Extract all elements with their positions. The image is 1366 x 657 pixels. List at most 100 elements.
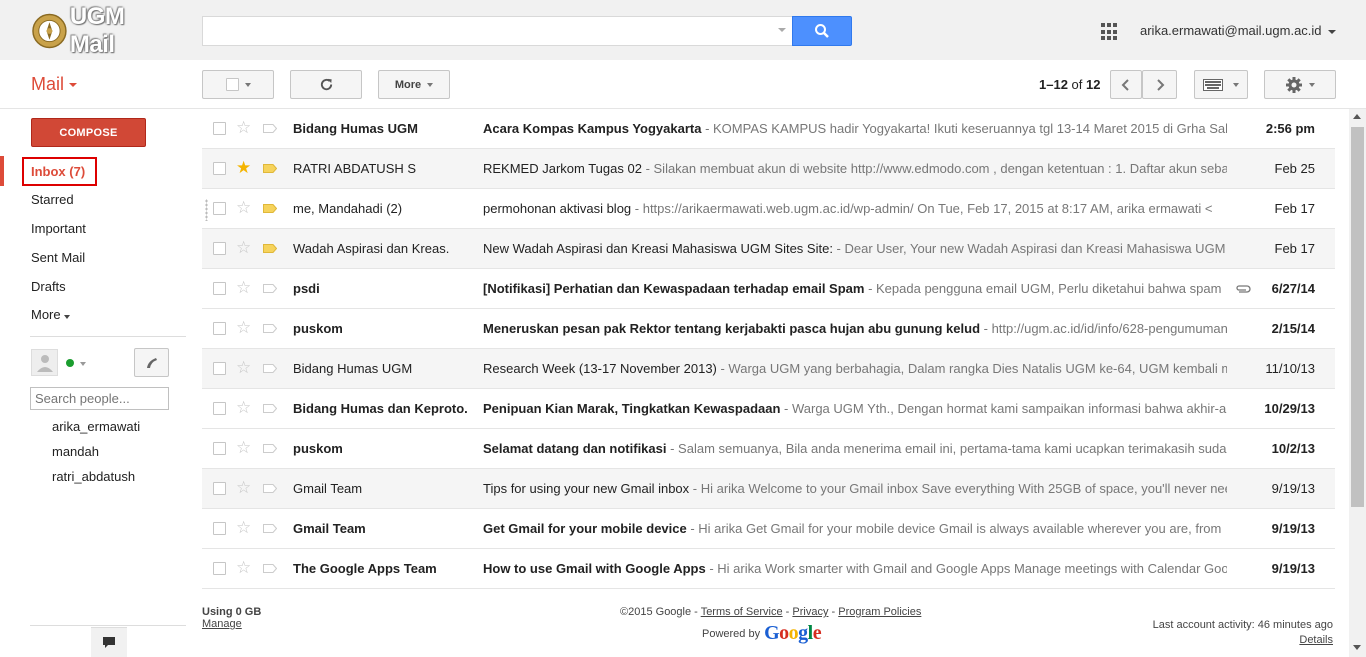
email-date: 6/27/14 [1271,281,1315,296]
row-checkbox[interactable] [213,122,226,135]
search-options-icon[interactable] [778,28,786,32]
row-checkbox[interactable] [213,522,226,535]
contact-item[interactable]: mandah [52,444,99,459]
email-row[interactable]: ☆ Gmail Team Tips for using your new Gma… [202,469,1335,509]
sidebar-item-drafts[interactable]: Drafts [31,279,66,294]
sidebar-item-sent-mail[interactable]: Sent Mail [31,250,85,265]
avatar[interactable] [31,349,58,376]
separator-text: - [782,606,793,618]
email-row[interactable]: ☆ Gmail Team Get Gmail for your mobile d… [202,509,1335,549]
older-button[interactable] [1142,70,1177,99]
contact-item[interactable]: arika_ermawati [52,419,140,434]
row-checkbox[interactable] [213,562,226,575]
star-icon[interactable]: ☆ [236,519,251,536]
email-snippet: - Kepada pengguna email UGM, Perlu diket… [864,281,1222,296]
hangouts-button[interactable] [91,627,127,657]
email-sender: Bidang Humas UGM [293,121,418,136]
email-row[interactable]: ☆ The Google Apps Team How to use Gmail … [202,549,1335,589]
email-list: ☆ Bidang Humas UGM Acara Kompas Kampus Y… [202,109,1335,589]
star-icon[interactable]: ☆ [236,279,251,296]
importance-marker-icon[interactable] [263,404,277,413]
drag-handle[interactable] [205,199,208,221]
star-icon[interactable]: ☆ [236,239,251,256]
settings-button[interactable] [1264,70,1336,99]
email-subject: Tips for using your new Gmail inbox [483,481,690,496]
row-checkbox[interactable] [213,162,226,175]
row-checkbox[interactable] [213,282,226,295]
row-checkbox[interactable] [213,242,226,255]
ugm-mail-logo[interactable]: UGM Mail [32,3,172,58]
chevron-down-icon[interactable] [80,362,86,366]
start-call-button[interactable] [134,348,169,377]
scroll-down-arrow-icon[interactable] [1353,645,1361,650]
row-checkbox[interactable] [213,362,226,375]
apps-grid-icon[interactable] [1101,23,1119,41]
importance-marker-icon[interactable] [263,244,277,253]
email-row[interactable]: ★ RATRI ABDATUSH S REKMED Jarkom Tugas 0… [202,149,1335,189]
sidebar-item-important[interactable]: Important [31,221,86,236]
compose-button[interactable]: COMPOSE [31,118,146,147]
importance-marker-icon[interactable] [263,204,277,213]
star-icon[interactable]: ☆ [236,319,251,336]
select-all-checkbox[interactable] [225,78,239,91]
email-snippet: - http://ugm.ac.id/id/info/628-pengumuma… [980,321,1227,336]
star-icon[interactable]: ☆ [236,119,251,136]
importance-marker-icon[interactable] [263,284,277,293]
search-input[interactable] [202,16,792,46]
email-row[interactable]: ☆ Bidang Humas UGM Acara Kompas Kampus Y… [202,109,1335,149]
privacy-link[interactable]: Privacy [792,606,828,618]
row-checkbox[interactable] [213,202,226,215]
newer-button[interactable] [1110,70,1142,99]
email-row[interactable]: ☆ puskom Selamat datang dan notifikasi -… [202,429,1335,469]
star-icon[interactable]: ☆ [236,399,251,416]
scrollbar-thumb[interactable] [1351,127,1364,507]
mail-switcher[interactable]: Mail [31,74,78,95]
row-checkbox[interactable] [213,322,226,335]
importance-marker-icon[interactable] [263,524,277,533]
row-checkbox[interactable] [213,402,226,415]
email-row[interactable]: ☆ psdi [Notifikasi] Perhatian dan Kewasp… [202,269,1335,309]
more-button[interactable]: More [378,70,450,99]
email-row[interactable]: ☆ Bidang Humas UGM Research Week (13-17 … [202,349,1335,389]
terms-link[interactable]: Terms of Service [701,606,783,618]
star-icon[interactable]: ★ [236,159,251,176]
phone-icon [146,357,157,368]
scroll-up-arrow-icon[interactable] [1353,114,1361,119]
star-icon[interactable]: ☆ [236,479,251,496]
details-link[interactable]: Details [1299,634,1333,646]
attachment-icon [1236,285,1251,293]
email-row[interactable]: ☆ Bidang Humas dan Keproto. Penipuan Kia… [202,389,1335,429]
email-row[interactable]: ☆ me, Mandahadi (2) permohonan aktivasi … [202,189,1335,229]
program-policies-link[interactable]: Program Policies [838,606,921,618]
email-sender: me, Mandahadi (2) [293,201,403,216]
input-tools-button[interactable] [1194,70,1248,99]
sidebar-item-starred[interactable]: Starred [31,192,74,207]
refresh-button[interactable] [290,70,362,99]
manage-link[interactable]: Manage [202,618,242,630]
importance-marker-icon[interactable] [263,484,277,493]
row-checkbox[interactable] [213,442,226,455]
search-button[interactable] [792,16,852,46]
email-row[interactable]: ☆ puskom Meneruskan pesan pak Rektor ten… [202,309,1335,349]
star-icon[interactable]: ☆ [236,559,251,576]
importance-marker-icon[interactable] [263,164,277,173]
sidebar-item-more[interactable]: More [31,307,70,322]
select-all-button[interactable] [202,70,274,99]
importance-marker-icon[interactable] [263,364,277,373]
online-status-icon[interactable] [66,359,74,367]
row-checkbox[interactable] [213,482,226,495]
importance-marker-icon[interactable] [263,124,277,133]
importance-marker-icon[interactable] [263,564,277,573]
email-subject: Meneruskan pesan pak Rektor tentang kerj… [483,321,981,336]
importance-marker-icon[interactable] [263,444,277,453]
importance-marker-icon[interactable] [263,324,277,333]
star-icon[interactable]: ☆ [236,439,251,456]
star-icon[interactable]: ☆ [236,199,251,216]
google-logo[interactable]: Google [764,622,822,645]
search-people-input[interactable] [30,387,169,410]
email-row[interactable]: ☆ Wadah Aspirasi dan Kreas. New Wadah As… [202,229,1335,269]
contact-item[interactable]: ratri_abdatush [52,469,135,484]
account-menu[interactable]: arika.ermawati@mail.ugm.ac.id [1140,23,1336,38]
star-icon[interactable]: ☆ [236,359,251,376]
sidebar-item-inbox[interactable]: Inbox (7) [22,157,97,186]
